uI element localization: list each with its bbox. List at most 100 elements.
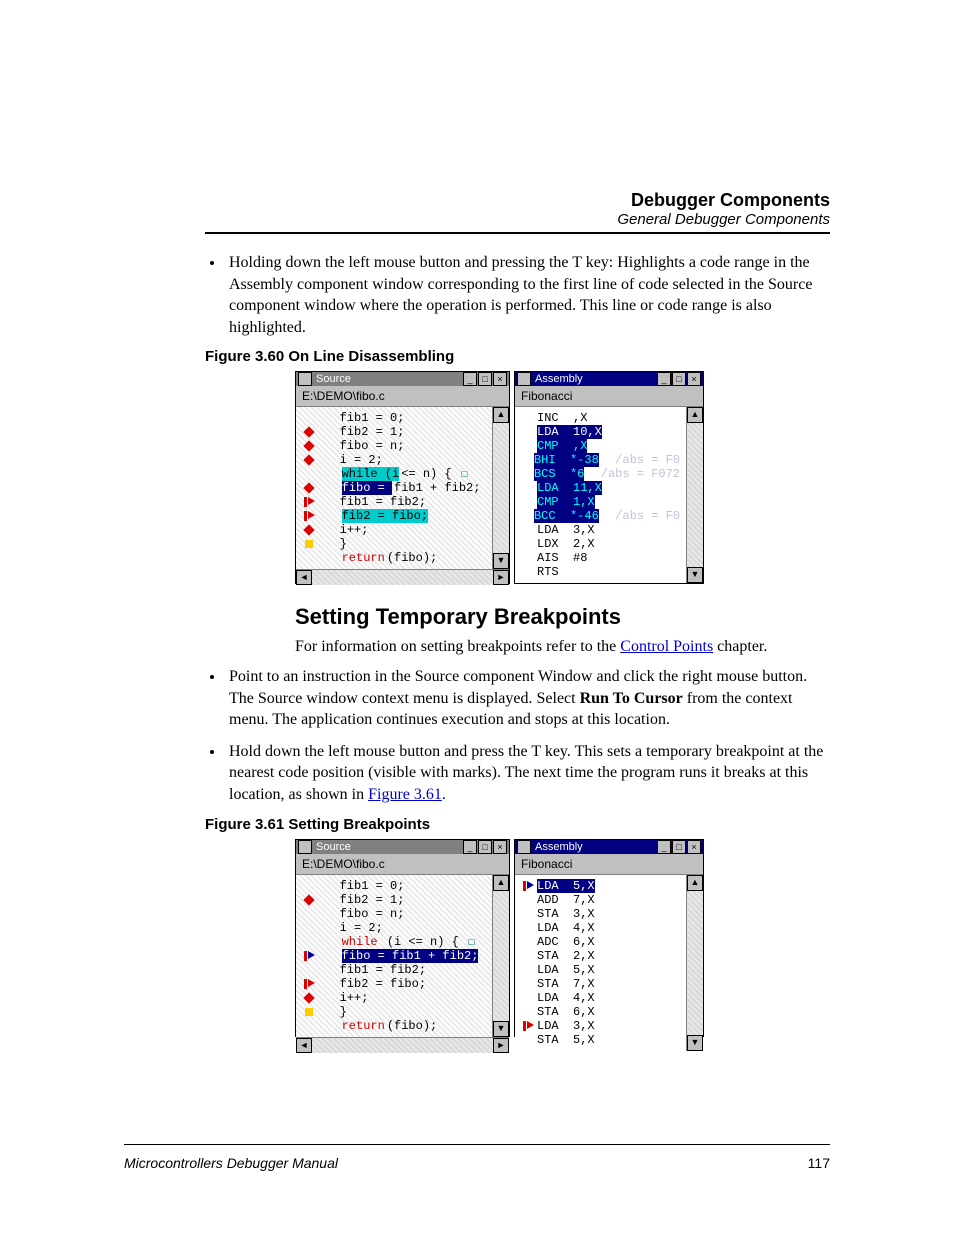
vertical-scrollbar[interactable]: ▲ ▼ xyxy=(492,875,509,1037)
scroll-up-icon[interactable]: ▲ xyxy=(493,407,509,423)
asm-line[interactable]: LDA 3,X xyxy=(521,1019,680,1033)
maximize-icon[interactable]: □ xyxy=(672,840,686,854)
asm-line[interactable]: BCS *6 /abs = F072 xyxy=(521,467,680,481)
asm-line[interactable]: LDA 5,X xyxy=(521,963,680,977)
scroll-right-icon[interactable]: ► xyxy=(493,1038,509,1053)
horizontal-scrollbar[interactable]: ◄ ► xyxy=(296,1037,509,1053)
code-line[interactable]: i++; xyxy=(302,991,486,1005)
source-titlebar[interactable]: Source _ □ × xyxy=(296,840,509,854)
code-line[interactable]: i++; xyxy=(302,523,486,537)
asm-line[interactable]: CMP 1,X xyxy=(521,495,680,509)
asm-line[interactable]: STA 5,X xyxy=(521,1033,680,1047)
source-title: Source xyxy=(316,841,351,853)
scroll-up-icon[interactable]: ▲ xyxy=(493,875,509,891)
scroll-down-icon[interactable]: ▼ xyxy=(493,553,509,569)
code-line[interactable]: fib1 = 0; xyxy=(302,411,486,425)
assembly-title: Assembly xyxy=(535,841,583,853)
horizontal-scrollbar[interactable]: ◄ ► xyxy=(296,569,509,585)
vertical-scrollbar[interactable]: ▲ ▼ xyxy=(686,407,703,583)
asm-line[interactable]: ADC 6,X xyxy=(521,935,680,949)
asm-line[interactable]: LDA 4,X xyxy=(521,921,680,935)
top-bullet: Holding down the left mouse button and p… xyxy=(225,252,830,338)
header-title: Debugger Components xyxy=(617,190,830,211)
code-line[interactable]: return(fibo); xyxy=(302,551,486,565)
footer-rule xyxy=(124,1144,830,1145)
close-icon[interactable]: × xyxy=(493,372,507,386)
asm-line[interactable]: BCC *-46 /abs = F0 xyxy=(521,509,680,523)
minimize-icon[interactable]: _ xyxy=(657,372,671,386)
close-icon[interactable]: × xyxy=(687,372,701,386)
scroll-down-icon[interactable]: ▼ xyxy=(493,1021,509,1037)
header-subtitle: General Debugger Components xyxy=(617,211,830,228)
asm-line[interactable]: BHI *-38 /abs = F0 xyxy=(521,453,680,467)
asm-line[interactable]: LDA 11,X xyxy=(521,481,680,495)
code-line[interactable]: } xyxy=(302,1005,486,1019)
code-line[interactable]: fibo = fib1 + fib2; xyxy=(302,481,486,495)
code-line[interactable]: i = 2; xyxy=(302,453,486,467)
assembly-code-area[interactable]: LDA 5,XADD 7,XSTA 3,XLDA 4,XADC 6,XSTA 2… xyxy=(515,875,686,1051)
code-line[interactable]: fibo = n; xyxy=(302,439,486,453)
scroll-left-icon[interactable]: ◄ xyxy=(296,1038,312,1053)
code-line[interactable]: fib2 = fibo; xyxy=(302,977,486,991)
code-line[interactable]: i = 2; xyxy=(302,921,486,935)
scroll-right-icon[interactable]: ► xyxy=(493,570,509,585)
source-titlebar[interactable]: Source _ □ × xyxy=(296,372,509,386)
code-line[interactable]: fib1 = fib2; xyxy=(302,495,486,509)
code-line[interactable]: fib2 = 1; xyxy=(302,425,486,439)
control-points-link[interactable]: Control Points xyxy=(620,638,713,655)
asm-line[interactable]: STA 6,X xyxy=(521,1005,680,1019)
asm-line[interactable]: LDA 3,X xyxy=(521,523,680,537)
assembly-code-area[interactable]: INC ,XLDA 10,XCMP ,XBHI *-38 /abs = F0BC… xyxy=(515,407,686,583)
code-line[interactable]: fib2 = fibo; xyxy=(302,509,486,523)
code-line[interactable]: while (i <= n) { ☐ xyxy=(302,935,486,949)
assembly-titlebar[interactable]: Assembly _ □ × xyxy=(515,372,703,386)
scroll-up-icon[interactable]: ▲ xyxy=(687,407,703,423)
figure-caption-361: Figure 3.61 Setting Breakpoints xyxy=(205,816,830,833)
maximize-icon[interactable]: □ xyxy=(478,372,492,386)
code-line[interactable]: } xyxy=(302,537,486,551)
asm-line[interactable]: RTS xyxy=(521,565,680,579)
maximize-icon[interactable]: □ xyxy=(672,372,686,386)
asm-line[interactable]: STA 3,X xyxy=(521,907,680,921)
scroll-down-icon[interactable]: ▼ xyxy=(687,567,703,583)
asm-line[interactable]: AIS #8 xyxy=(521,551,680,565)
code-line[interactable]: fib1 = 0; xyxy=(302,879,486,893)
source-window: Source _ □ × E:\DEMO\fibo.c fib1 = 0; fi… xyxy=(295,371,510,584)
window-sys-icon xyxy=(517,840,531,854)
assembly-title: Assembly xyxy=(535,373,583,385)
assembly-window: Assembly _ □ × Fibonacci LDA 5,XADD 7,XS… xyxy=(514,839,704,1037)
asm-line[interactable]: LDA 5,X xyxy=(521,879,680,893)
code-line[interactable]: while (i<= n) { ☐ xyxy=(302,467,486,481)
code-line[interactable]: fib2 = 1; xyxy=(302,893,486,907)
source-code-area[interactable]: fib1 = 0; fib2 = 1; fibo = n; i = 2; whi… xyxy=(296,407,492,569)
scroll-left-icon[interactable]: ◄ xyxy=(296,570,312,585)
vertical-scrollbar[interactable]: ▲ ▼ xyxy=(686,875,703,1051)
scroll-down-icon[interactable]: ▼ xyxy=(687,1035,703,1051)
vertical-scrollbar[interactable]: ▲ ▼ xyxy=(492,407,509,569)
asm-line[interactable]: LDX 2,X xyxy=(521,537,680,551)
asm-line[interactable]: INC ,X xyxy=(521,411,680,425)
figure-361-link[interactable]: Figure 3.61 xyxy=(368,786,442,803)
code-line[interactable]: return(fibo); xyxy=(302,1019,486,1033)
code-line[interactable]: fibo = n; xyxy=(302,907,486,921)
code-line[interactable]: fib1 = fib2; xyxy=(302,963,486,977)
asm-line[interactable]: CMP ,X xyxy=(521,439,680,453)
asm-line[interactable]: LDA 10,X xyxy=(521,425,680,439)
source-code-area[interactable]: fib1 = 0; fib2 = 1; fibo = n; i = 2; whi… xyxy=(296,875,492,1037)
minimize-icon[interactable]: _ xyxy=(463,372,477,386)
window-sys-icon xyxy=(298,840,312,854)
asm-line[interactable]: STA 2,X xyxy=(521,949,680,963)
asm-line[interactable]: LDA 4,X xyxy=(521,991,680,1005)
asm-line[interactable]: STA 7,X xyxy=(521,977,680,991)
maximize-icon[interactable]: □ xyxy=(478,840,492,854)
minimize-icon[interactable]: _ xyxy=(463,840,477,854)
code-line[interactable]: fibo = fib1 + fib2; xyxy=(302,949,486,963)
close-icon[interactable]: × xyxy=(493,840,507,854)
asm-line[interactable]: ADD 7,X xyxy=(521,893,680,907)
source-title: Source xyxy=(316,373,351,385)
scroll-up-icon[interactable]: ▲ xyxy=(687,875,703,891)
minimize-icon[interactable]: _ xyxy=(657,840,671,854)
assembly-titlebar[interactable]: Assembly _ □ × xyxy=(515,840,703,854)
footer-manual-title: Microcontrollers Debugger Manual xyxy=(124,1155,338,1171)
close-icon[interactable]: × xyxy=(687,840,701,854)
